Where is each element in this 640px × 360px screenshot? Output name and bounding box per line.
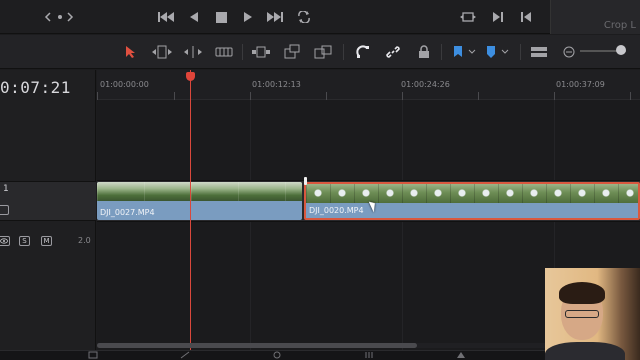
- skip-back-icon[interactable]: [158, 9, 174, 25]
- dynamic-trim-icon[interactable]: [182, 43, 204, 61]
- cut-page-icon[interactable]: [180, 351, 190, 359]
- chevron-down-icon[interactable]: [468, 43, 476, 61]
- skip-forward-icon[interactable]: [267, 9, 283, 25]
- position-lock-icon[interactable]: [417, 43, 431, 61]
- overwrite-clip-icon[interactable]: [282, 43, 302, 61]
- chevron-down-icon[interactable]: [501, 43, 509, 61]
- track-destination-icon[interactable]: [0, 205, 9, 215]
- current-timecode[interactable]: 0:07:21: [0, 78, 71, 97]
- mute-button[interactable]: M: [41, 236, 52, 246]
- playhead-handle[interactable]: [186, 72, 195, 81]
- ruler-timecode: 01:00:00:00: [100, 80, 149, 89]
- ruler-timecode: 01:00:37:09: [556, 80, 605, 89]
- selection-pointer-icon[interactable]: [124, 43, 138, 61]
- clip-name: DJI_0027.MP4: [100, 208, 155, 217]
- mark-out-icon[interactable]: [518, 9, 534, 25]
- resolve-edit-page: Crop L 0:07:21 1 S M 2.0 01:00:00:00 01:…: [0, 0, 640, 360]
- fairlight-page-icon[interactable]: [364, 351, 374, 359]
- inspector-panel: Crop L: [550, 0, 640, 34]
- play-icon[interactable]: [240, 9, 256, 25]
- fusion-page-icon[interactable]: [272, 351, 282, 359]
- loop-icon[interactable]: [296, 9, 312, 25]
- timeline-toolbar: [0, 35, 640, 69]
- clip-thumbnails: [306, 184, 638, 203]
- chevron-right-icon[interactable]: [62, 9, 78, 25]
- ruler-timecode: 01:00:24:26: [401, 80, 450, 89]
- mark-in-icon[interactable]: [490, 9, 506, 25]
- clip-thumbnails: [97, 182, 302, 201]
- snapping-icon[interactable]: [355, 43, 371, 61]
- deliver-page-icon[interactable]: [456, 351, 466, 359]
- timecode-ruler[interactable]: 01:00:00:00 01:00:12:13 01:00:24:26 01:0…: [97, 70, 640, 100]
- ruler-timecode: 01:00:12:13: [252, 80, 301, 89]
- eye-icon[interactable]: [0, 236, 10, 246]
- insert-clip-icon[interactable]: [250, 43, 272, 61]
- video-track-header[interactable]: [0, 181, 96, 221]
- media-page-icon[interactable]: [88, 351, 98, 359]
- linked-selection-icon[interactable]: [385, 43, 401, 61]
- trim-edit-icon[interactable]: [150, 43, 174, 61]
- play-reverse-icon[interactable]: [186, 9, 202, 25]
- webcam-overlay: [545, 268, 640, 360]
- audio-level-value: 2.0: [78, 236, 91, 245]
- zoom-out-icon[interactable]: [563, 43, 575, 61]
- replace-clip-icon[interactable]: [312, 43, 334, 61]
- clip-name: DJI_0020.MP4: [309, 206, 364, 215]
- match-frame-icon[interactable]: [460, 9, 476, 25]
- edit-point-marker[interactable]: [304, 177, 307, 185]
- crop-left-label: Crop L: [603, 20, 636, 31]
- solo-button[interactable]: S: [19, 236, 30, 246]
- timeline-clip[interactable]: DJI_0027.MP4: [97, 182, 302, 220]
- playhead[interactable]: [190, 70, 191, 360]
- blade-edit-icon[interactable]: [214, 43, 234, 61]
- stop-icon[interactable]: [213, 9, 229, 25]
- timeline-clip-selected[interactable]: DJI_0020.MP4: [304, 182, 640, 220]
- flag-icon[interactable]: [452, 43, 464, 61]
- zoom-full-icon[interactable]: [529, 43, 549, 61]
- transport-bar: Crop L: [0, 0, 640, 34]
- video-track-number: 1: [3, 184, 9, 194]
- scrollbar-thumb[interactable]: [97, 343, 417, 348]
- marker-icon[interactable]: [485, 43, 497, 61]
- zoom-slider-knob[interactable]: [616, 45, 626, 55]
